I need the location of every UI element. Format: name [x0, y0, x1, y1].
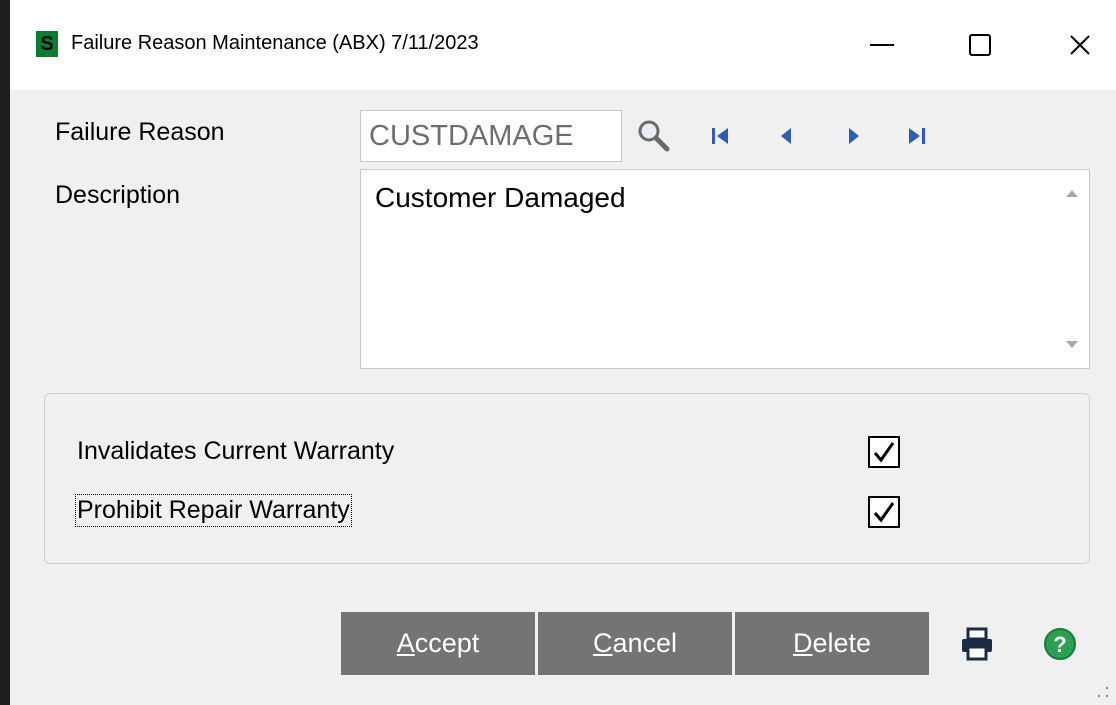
scroll-up-icon [1066, 190, 1078, 197]
print-button[interactable] [955, 624, 999, 664]
lookup-button[interactable] [632, 116, 674, 156]
invalidates-warranty-label: Invalidates Current Warranty [77, 437, 395, 465]
resize-grip-icon [1097, 686, 1109, 698]
scroll-down-icon [1066, 341, 1078, 348]
search-icon [638, 120, 670, 152]
first-record-button[interactable] [704, 120, 736, 152]
help-icon: ? [1044, 628, 1076, 660]
description-label: Description [55, 181, 181, 209]
invalidates-warranty-checkbox[interactable] [868, 436, 900, 468]
delete-hotkey: D [792, 628, 813, 658]
minimize-icon [870, 44, 894, 46]
next-record-button[interactable] [838, 120, 870, 152]
close-icon [1070, 35, 1090, 55]
window-title: Failure Reason Maintenance (ABX) 7/11/20… [71, 32, 479, 54]
checkmark-icon [873, 502, 895, 523]
failure-reason-label: Failure Reason [55, 118, 225, 146]
cancel-hotkey: C [592, 628, 613, 658]
accept-hotkey: A [396, 628, 415, 658]
prohibit-repair-warranty-label[interactable]: Prohibit Repair Warranty [75, 494, 352, 527]
description-text: Customer Damaged [375, 182, 626, 213]
accept-label-rest: ccept [414, 628, 480, 658]
previous-record-icon [781, 128, 791, 144]
checkmark-icon [873, 442, 895, 463]
next-record-icon [849, 128, 859, 144]
cancel-label-rest: ancel [612, 628, 678, 658]
maximize-icon [969, 34, 991, 56]
maximize-button[interactable] [950, 20, 1010, 70]
cancel-button[interactable]: Cancel [538, 612, 732, 675]
delete-label-rest: elete [812, 628, 872, 658]
description-textarea[interactable]: Customer Damaged [360, 169, 1090, 369]
printer-icon [962, 627, 992, 661]
delete-button[interactable]: Delete [735, 612, 929, 675]
close-button[interactable] [1050, 20, 1110, 70]
failure-reason-input[interactable] [361, 111, 637, 161]
prohibit-repair-warranty-checkbox[interactable] [868, 496, 900, 528]
title-bar[interactable]: S Failure Reason Maintenance (ABX) 7/11/… [10, 0, 1116, 90]
last-record-button[interactable] [901, 120, 933, 152]
failure-reason-field-box[interactable] [360, 110, 637, 162]
help-button[interactable]: ? [1040, 624, 1080, 664]
app-logo: S [36, 31, 58, 57]
window-left-edge [0, 0, 10, 705]
first-record-icon [712, 128, 728, 144]
previous-record-button[interactable] [770, 120, 802, 152]
warranty-options-group [44, 393, 1090, 564]
last-record-icon [909, 128, 925, 144]
description-scrollbar[interactable] [1055, 170, 1089, 368]
svg-text:?: ? [1053, 632, 1066, 657]
minimize-button[interactable] [852, 20, 912, 70]
failure-reason-window: S Failure Reason Maintenance (ABX) 7/11/… [0, 0, 1116, 705]
accept-button[interactable]: Accept [341, 612, 535, 675]
